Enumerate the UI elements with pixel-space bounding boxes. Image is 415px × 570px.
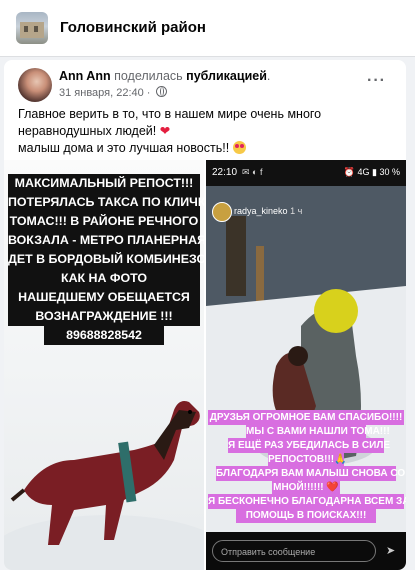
story-avatar[interactable] (212, 202, 232, 222)
group-thumbnail[interactable] (16, 12, 48, 44)
poster-line: КАК НА ФОТО (8, 269, 200, 288)
story-username[interactable]: radya_kineko 1 ч (234, 206, 302, 216)
poster-phone: 89688828542 (44, 326, 164, 345)
story-reply-input[interactable]: Отправить сообщение (212, 540, 376, 562)
post-text: Главное верить в то, что в нашем мире оч… (18, 106, 398, 157)
globe-icon (155, 86, 167, 97)
status-icons: ✉ ◐ f (242, 167, 263, 177)
story-caption-line: ДРУЗЬЯ ОГРОМНОЕ ВАМ СПАСИБО!!!! (208, 410, 404, 425)
post-text-line: неравнодушных людей! (18, 124, 157, 138)
lost-dog-photo[interactable]: МАКСИМАЛЬНЫЙ РЕПОСТ!!! ПОТЕРЯЛАСЬ ТАКСА … (4, 160, 204, 570)
poster-line: ДЕТ В БОРДОВЫЙ КОМБИНЕЗО (8, 250, 204, 269)
story-caption-line: БЛАГОДАРЯ ВАМ МАЛЫШ СНОВА СО (216, 466, 406, 481)
group-header: Головинский район (0, 0, 415, 57)
group-name[interactable]: Головинский район (60, 19, 206, 36)
status-time: 22:10 (212, 167, 238, 178)
story-caption-line: Я БЕСКОНЕЧНО БЛАГОДАРНА ВСЕМ ЗА (208, 494, 406, 509)
poster-line: НАШЕДШЕМУ ОБЕЩАЕТСЯ (8, 288, 200, 307)
story-caption-line: МЫ С ВАМИ НАШЛИ ТОМА!!! (246, 424, 390, 439)
poster-line: ВОЗНАГРАЖДЕНИЕ !!! (8, 307, 200, 326)
story-caption-line: РЕПОСТОВ!!!🙏 (268, 452, 347, 467)
status-battery: ⏰ 4G ▮ 30 % (343, 167, 400, 177)
poster-line: ВОКЗАЛА - МЕТРО ПЛАНЕРНАЯ (8, 231, 204, 250)
send-icon[interactable]: ➤ (386, 544, 398, 557)
phone-status-bar: 22:10 ✉ ◐ f ⏰ 4G ▮ 30 % (206, 160, 406, 186)
post-text-line: Главное верить в то, что в нашем мире оч… (18, 107, 322, 121)
story-caption-line: ПОМОЩЬ В ПОИСКАХ!!! (236, 508, 376, 523)
header-dot: . (266, 69, 271, 83)
poster-line: ТОМАС!!! В РАЙОНЕ РЕЧНОГО (8, 212, 200, 231)
post-date-row: 31 января, 22:40 · (59, 86, 167, 99)
post-header-line: Ann Ann поделилась публикацией. (59, 69, 270, 83)
share-action: поделилась (114, 69, 183, 83)
found-dog-story-screenshot[interactable]: 22:10 ✉ ◐ f ⏰ 4G ▮ 30 % radya_kineko 1 ч… (206, 160, 406, 570)
author-name[interactable]: Ann Ann (59, 69, 111, 83)
shared-publication-link[interactable]: публикацией (186, 69, 267, 83)
author-avatar[interactable] (18, 68, 52, 102)
post-text-line: малыш дома и это лучшая новость!! (18, 141, 230, 155)
more-options-button[interactable]: ··· (367, 72, 386, 90)
story-caption-line: Я ЕЩЁ РАЗ УБЕДИЛАСЬ В СИЛЕ (228, 438, 391, 453)
heart-eyes-emoji-icon (232, 141, 246, 154)
story-caption-line: МНОЙ!!!!!! ❤️ (272, 480, 340, 495)
post-date[interactable]: 31 января, 22:40 · (59, 87, 150, 99)
post-card: Ann Ann поделилась публикацией. 31 январ… (4, 60, 406, 570)
heart-icon: ❤ (159, 124, 171, 138)
poster-line: МАКСИМАЛЬНЫЙ РЕПОСТ!!! (8, 174, 200, 193)
poster-line: ПОТЕРЯЛАСЬ ТАКСА ПО КЛИЧКЕ (8, 193, 204, 212)
